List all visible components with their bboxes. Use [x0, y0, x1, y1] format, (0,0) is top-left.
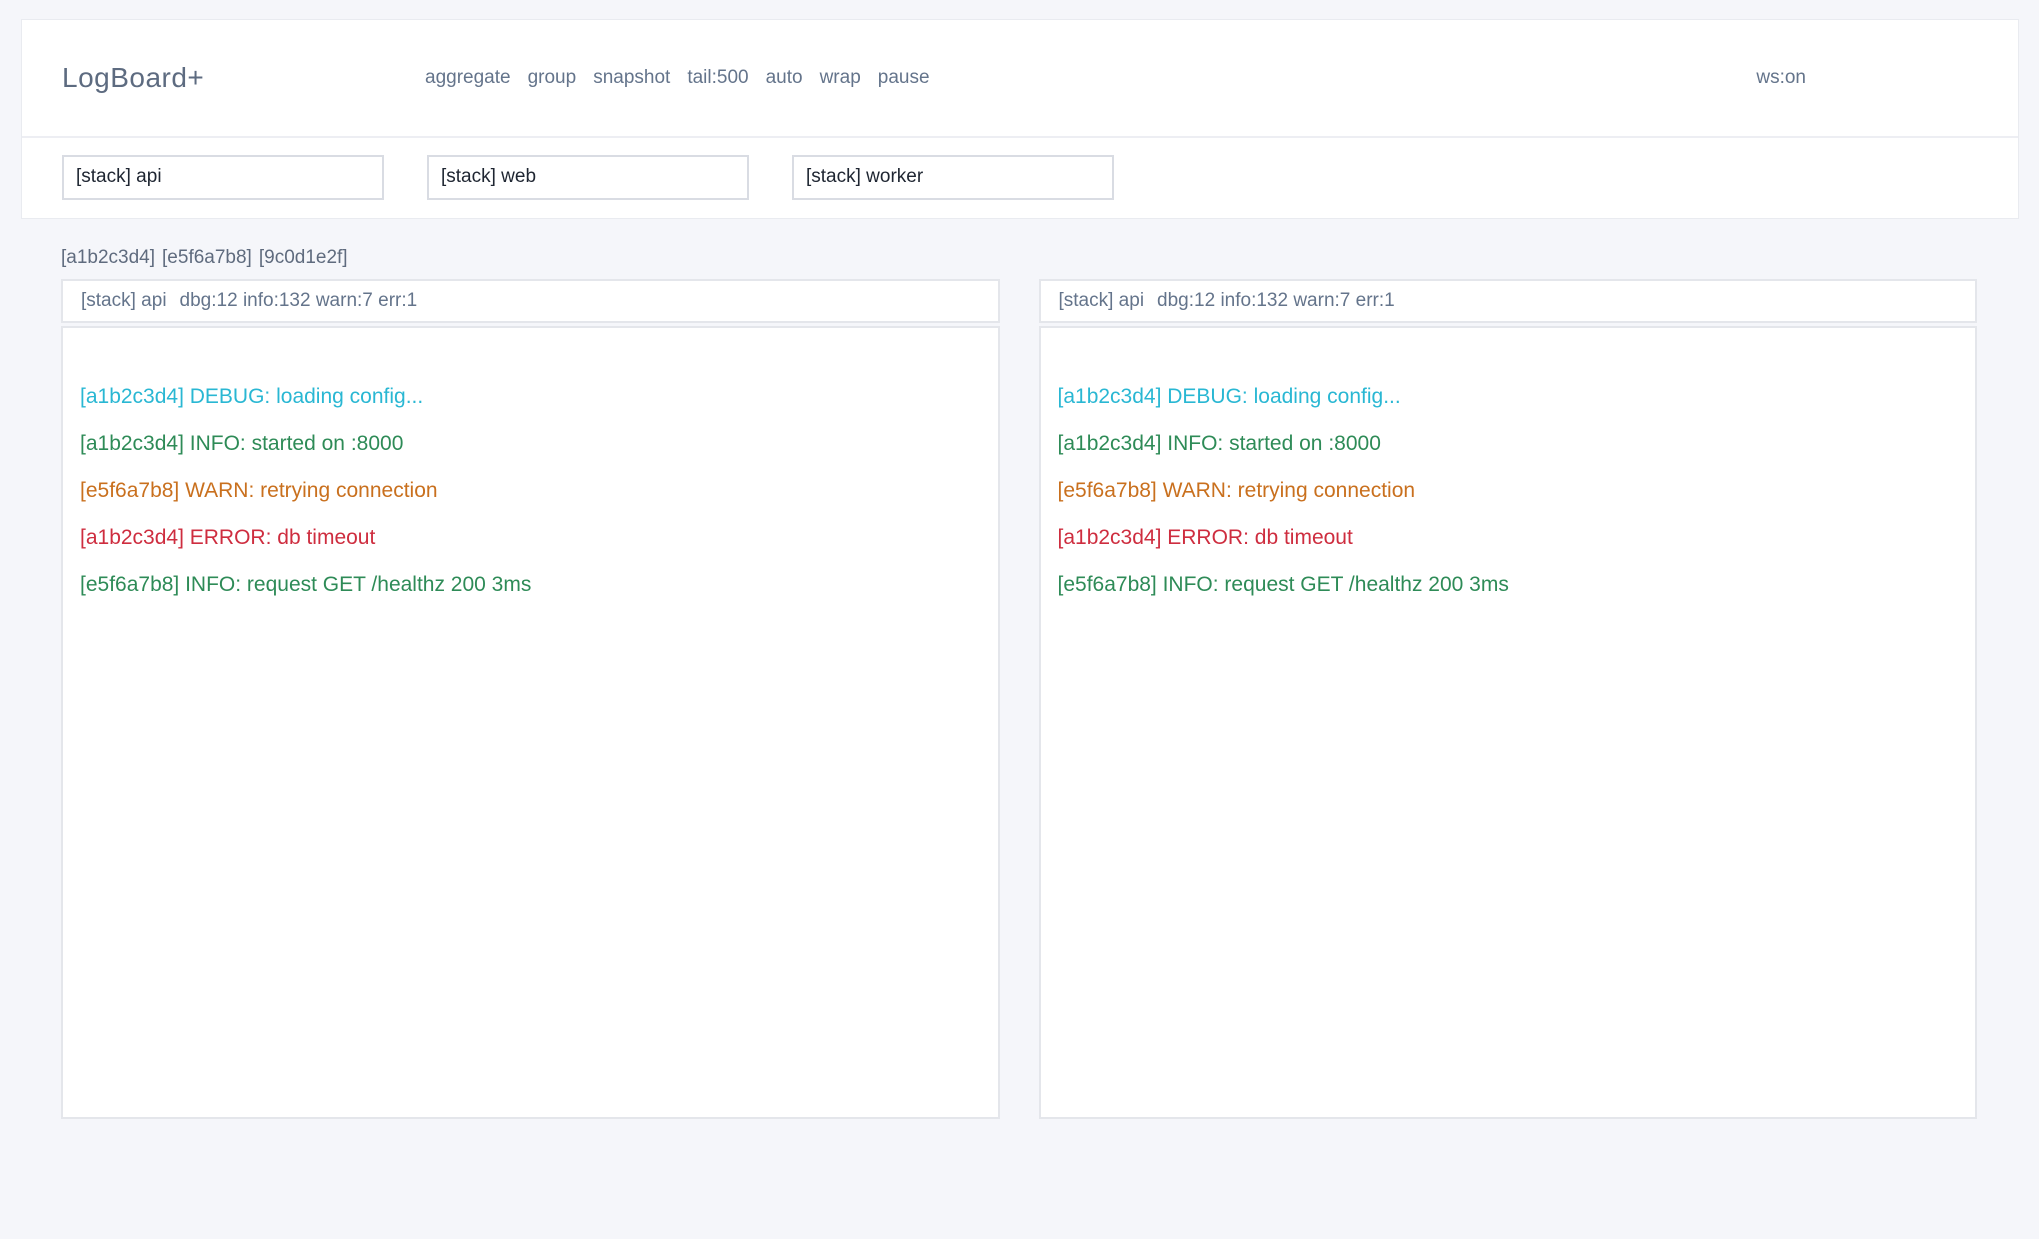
log-panel-left-scroll-area[interactable]: [a1b2c3d4] DEBUG: loading config... [a1b…: [61, 326, 1000, 1119]
toolbar-item-group[interactable]: group: [528, 67, 577, 89]
log-panel-right-scroll-area[interactable]: [a1b2c3d4] DEBUG: loading config... [a1b…: [1039, 326, 1978, 1119]
log-line: [e5f6a7b8] WARN: retrying connection: [80, 467, 980, 514]
log-panel-right: [stack] api dbg:12 info:132 warn:7 err:1…: [1039, 279, 1978, 1119]
content-area: [a1b2c3d4] [e5f6a7b8] [9c0d1e2f] [stack]…: [61, 219, 1977, 1119]
log-panels: [stack] api dbg:12 info:132 warn:7 err:1…: [61, 279, 1977, 1119]
log-line: [e5f6a7b8] INFO: request GET /healthz 20…: [80, 561, 980, 608]
toolbar: aggregate group snapshot tail:500 auto w…: [425, 67, 1756, 89]
panel-source-label: [stack] api: [1059, 290, 1145, 312]
toolbar-item-tail[interactable]: tail:500: [687, 67, 748, 89]
trace-chips: [a1b2c3d4] [e5f6a7b8] [9c0d1e2f]: [61, 247, 1977, 269]
panel-source-label: [stack] api: [81, 290, 167, 312]
log-line: [e5f6a7b8] WARN: retrying connection: [1058, 467, 1958, 514]
log-panel-left: [stack] api dbg:12 info:132 warn:7 err:1…: [61, 279, 1000, 1119]
trace-chip-9c0d1e2f[interactable]: [9c0d1e2f]: [259, 247, 348, 269]
log-line: [a1b2c3d4] INFO: started on :8000: [80, 420, 980, 467]
toolbar-item-snapshot[interactable]: snapshot: [593, 67, 670, 89]
log-panel-right-header: [stack] api dbg:12 info:132 warn:7 err:1: [1039, 279, 1978, 323]
log-line: [a1b2c3d4] DEBUG: loading config...: [1058, 373, 1958, 420]
toolbar-item-aggregate[interactable]: aggregate: [425, 67, 511, 89]
panel-level-counts: dbg:12 info:132 warn:7 err:1: [180, 290, 418, 312]
page: LogBoard+ aggregate group snapshot tail:…: [0, 0, 2039, 1239]
toolbar-item-wrap[interactable]: wrap: [820, 67, 861, 89]
trace-chip-a1b2c3d4[interactable]: [a1b2c3d4]: [61, 247, 155, 269]
log-line: [e5f6a7b8] INFO: request GET /healthz 20…: [1058, 561, 1958, 608]
log-line: [a1b2c3d4] DEBUG: loading config...: [80, 373, 980, 420]
stack-filter-input-worker[interactable]: [792, 155, 1114, 200]
header-row: LogBoard+ aggregate group snapshot tail:…: [22, 20, 2018, 138]
log-line: [a1b2c3d4] ERROR: db timeout: [1058, 514, 1958, 561]
log-line: [a1b2c3d4] INFO: started on :8000: [1058, 420, 1958, 467]
stack-filter-input-web[interactable]: [427, 155, 749, 200]
toolbar-item-auto[interactable]: auto: [766, 67, 803, 89]
stack-filter-input-api[interactable]: [62, 155, 384, 200]
app-title: LogBoard+: [62, 62, 425, 94]
top-bar-card: LogBoard+ aggregate group snapshot tail:…: [21, 19, 2019, 219]
ws-status-toggle[interactable]: ws:on: [1756, 67, 1806, 89]
panel-level-counts: dbg:12 info:132 warn:7 err:1: [1157, 290, 1395, 312]
log-panel-left-header: [stack] api dbg:12 info:132 warn:7 err:1: [61, 279, 1000, 323]
toolbar-item-pause[interactable]: pause: [878, 67, 930, 89]
log-line: [a1b2c3d4] ERROR: db timeout: [80, 514, 980, 561]
trace-chip-e5f6a7b8[interactable]: [e5f6a7b8]: [162, 247, 252, 269]
filter-row: [22, 138, 2018, 216]
